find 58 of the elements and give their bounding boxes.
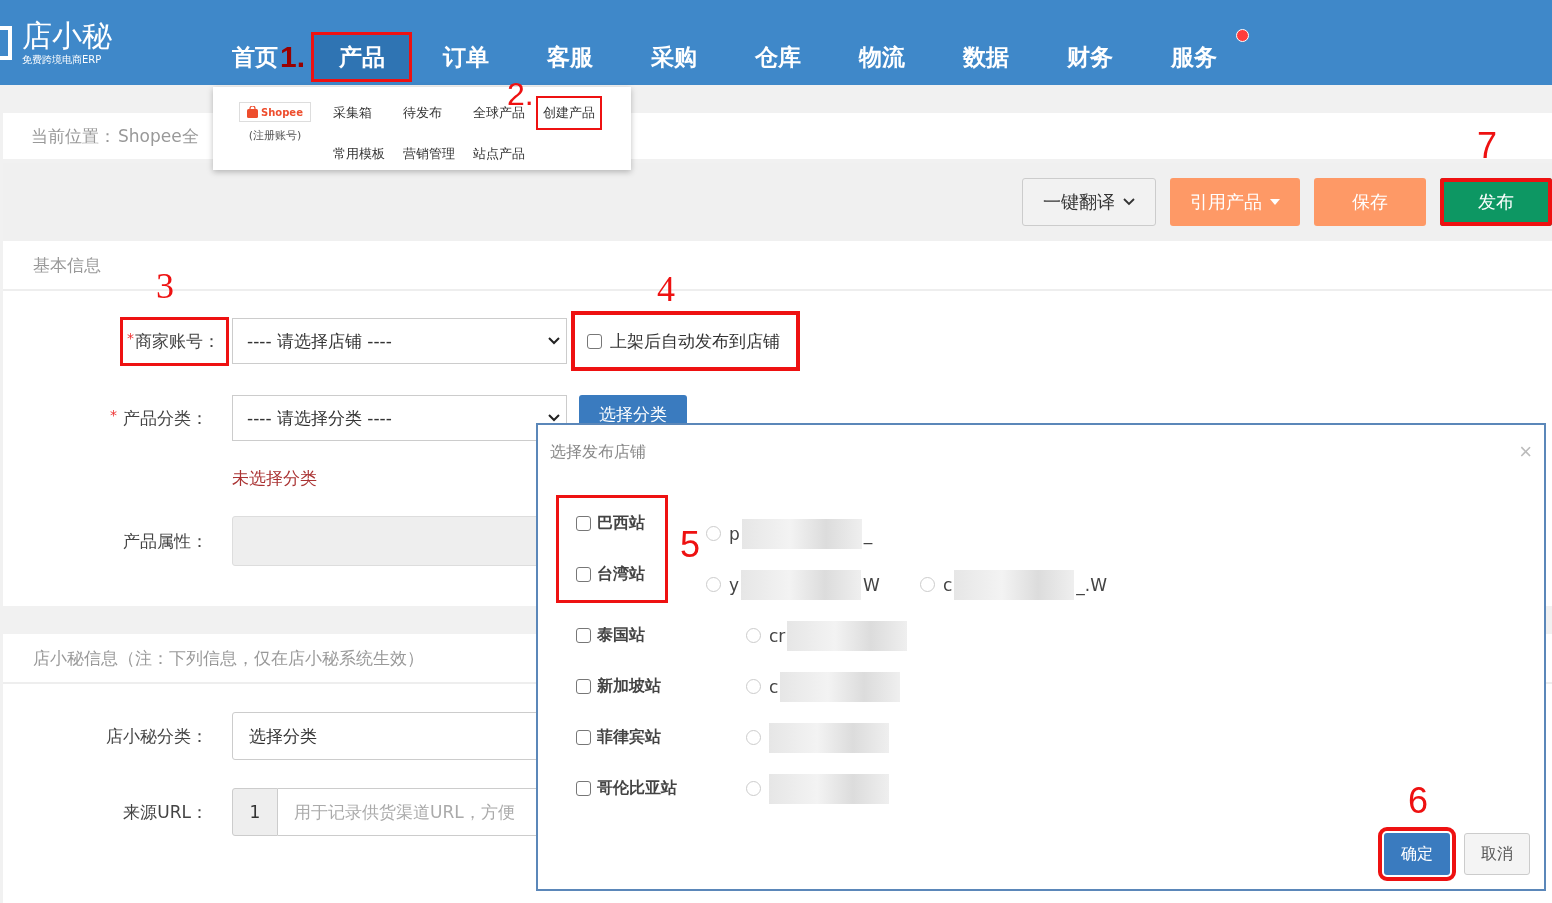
nav-tab[interactable]: 仓库 [732,35,823,79]
menu-link[interactable]: 站点产品 [472,144,525,163]
chevron-down-icon [1123,198,1135,206]
shop-name-fragment: c [942,574,953,595]
step-number: 7 [1477,128,1498,164]
logo-name: 店小秘 [22,18,112,53]
step-number: 1. [279,42,305,72]
chevron-down-icon [548,337,560,345]
nav-tab[interactable]: 订单 [420,35,511,79]
error-message: 未选择分类 [232,467,317,490]
required-mark: * [127,329,134,346]
logo-tagline: 免费跨境电商ERP [22,52,103,67]
step-number: 5 [680,527,701,563]
field-label: 产品分类： [123,406,208,430]
menu-link[interactable]: 营销管理 [402,144,455,163]
nav-tab[interactable]: 服务 [1148,35,1239,79]
shop-name-fragment: W [863,574,880,595]
brand-name: Shopee [261,106,303,118]
site-checkbox[interactable]: 菲律宾站 [576,727,686,748]
nav-tab[interactable]: 首页 [231,35,280,79]
shopee-link[interactable]: Shopee [239,102,311,122]
menu-link[interactable]: 创建产品 [537,98,600,128]
nav-tab[interactable]: 采购 [628,35,719,79]
field-label: 商家账号： [135,329,220,353]
field-label: 店小秘分类： [106,724,208,748]
nav-tab[interactable]: 数据 [940,35,1031,79]
caret-icon [1270,199,1280,205]
dialog-title: 选择发布店铺 [550,441,646,463]
shop-name-fragment: _.W [1076,574,1107,595]
shopping-bag-icon [247,106,258,118]
step-number: 3 [156,267,174,304]
category-select[interactable]: ---- 请选择分类 ---- [232,395,567,441]
breadcrumb-path: Shopee全 [118,124,199,148]
required-mark: * [110,406,117,423]
input-addon: 1 [232,788,278,836]
menu-link[interactable]: 常用模板 [332,144,385,163]
step-number: 6 [1408,783,1429,819]
nav-tab[interactable]: 财务 [1044,35,1135,79]
toolbar-button[interactable]: 一键翻译 [1022,178,1156,226]
menu-link[interactable]: 待发布 [402,104,442,122]
breadcrumb-label: 当前位置： [31,124,116,148]
toolbar-button[interactable]: 发布 [1440,178,1552,226]
shop-select[interactable]: ---- 请选择店铺 ---- [232,318,567,364]
dialog-button[interactable]: 取消 [1464,833,1530,875]
chevron-down-icon [548,414,560,422]
step-number: 4 [657,271,675,307]
shop-name-fragment: p [729,523,740,544]
nav-tab[interactable]: 客服 [524,35,615,79]
shop-name-fragment: y [729,574,740,595]
shop-name-fragment: _ [863,523,873,544]
nav-tab[interactable]: 物流 [836,35,927,79]
field-label: 产品属性： [123,529,208,553]
nav-tab[interactable]: 产品 [314,35,409,79]
register-note: (注册账号) [248,128,302,143]
field-label: 来源URL： [123,800,208,824]
menu-link[interactable]: 采集箱 [332,104,372,122]
site-checkbox[interactable]: 台湾站 [576,564,645,585]
site-checkbox[interactable]: 巴西站 [576,513,645,534]
